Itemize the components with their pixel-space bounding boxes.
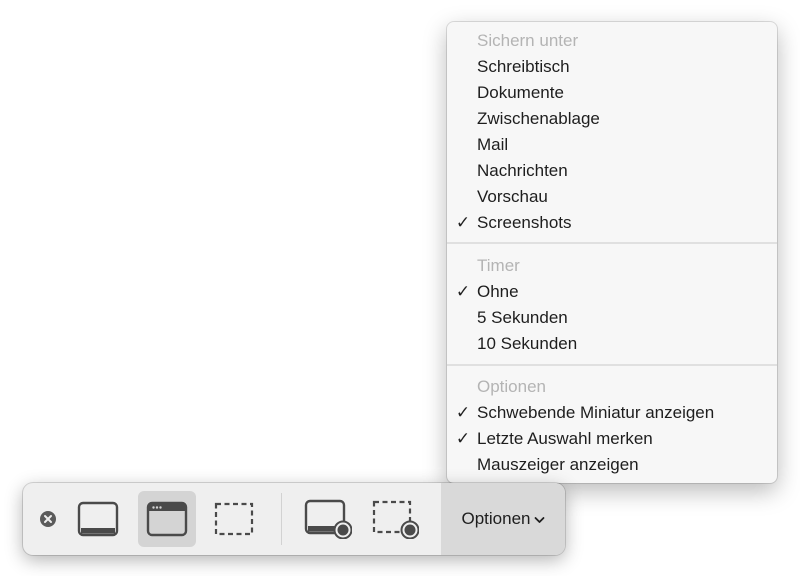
chevron-down-icon <box>534 509 545 529</box>
close-icon <box>40 511 56 527</box>
checkmark-icon: ✓ <box>455 213 471 232</box>
menu-item-10-sekunden[interactable]: 10 Sekunden <box>447 331 777 357</box>
options-button[interactable]: Optionen <box>441 483 565 555</box>
capture-selection-button[interactable] <box>205 491 263 547</box>
menu-item-label: Schwebende Miniatur anzeigen <box>477 403 715 422</box>
menu-item-label: Nachrichten <box>477 161 568 180</box>
menu-item-label: 10 Sekunden <box>477 334 578 353</box>
menu-header-options: Optionen <box>477 377 546 396</box>
checkmark-icon: ✓ <box>455 282 471 301</box>
menu-item-floating-thumbnail[interactable]: ✓ Schwebende Miniatur anzeigen <box>447 400 777 426</box>
menu-item-label: Letzte Auswahl merken <box>477 429 653 448</box>
menu-separator <box>447 242 777 244</box>
menu-header-save-to: Sichern unter <box>477 31 579 50</box>
capture-entire-screen-icon <box>77 501 119 537</box>
screenshot-stage: Sichern unter Schreibtisch Dokumente Zwi… <box>0 0 800 576</box>
menu-item-zwischenablage[interactable]: Zwischenablage <box>447 106 777 132</box>
menu-item-nachrichten[interactable]: Nachrichten <box>447 158 777 184</box>
menu-item-label: Ohne <box>477 282 519 301</box>
menu-item-5-sekunden[interactable]: 5 Sekunden <box>447 305 777 331</box>
options-menu: Sichern unter Schreibtisch Dokumente Zwi… <box>447 22 777 483</box>
menu-item-show-mouse-pointer[interactable]: Mauszeiger anzeigen <box>447 452 777 478</box>
menu-item-vorschau[interactable]: Vorschau <box>447 184 777 210</box>
menu-item-label: Zwischenablage <box>477 109 600 128</box>
record-selection-button[interactable] <box>366 491 424 547</box>
menu-item-ohne[interactable]: ✓ Ohne <box>447 279 777 305</box>
menu-item-label: Mauszeiger anzeigen <box>477 455 639 474</box>
capture-selection-icon <box>214 502 254 536</box>
capture-window-button[interactable] <box>138 491 196 547</box>
record-entire-screen-button[interactable] <box>299 491 357 547</box>
menu-item-label: 5 Sekunden <box>477 308 568 327</box>
menu-item-label: Mail <box>477 135 509 154</box>
menu-item-remember-last-selection[interactable]: ✓ Letzte Auswahl merken <box>447 426 777 452</box>
menu-header-timer: Timer <box>477 256 520 275</box>
menu-item-schreibtisch[interactable]: Schreibtisch <box>447 54 777 80</box>
menu-item-label: Dokumente <box>477 83 564 102</box>
screenshot-toolbar: Optionen <box>23 483 565 555</box>
options-label: Optionen <box>461 509 531 528</box>
capture-entire-screen-button[interactable] <box>69 491 127 547</box>
menu-item-mail[interactable]: Mail <box>447 132 777 158</box>
menu-item-label: Vorschau <box>477 187 548 206</box>
toolbar-divider <box>281 493 282 545</box>
menu-item-dokumente[interactable]: Dokumente <box>447 80 777 106</box>
record-selection-icon <box>372 500 419 539</box>
close-button[interactable] <box>39 510 57 528</box>
checkmark-icon: ✓ <box>455 429 471 448</box>
capture-window-icon <box>146 501 188 537</box>
menu-separator <box>447 364 777 366</box>
checkmark-icon: ✓ <box>455 403 471 422</box>
menu-item-label: Screenshots <box>477 213 572 232</box>
menu-item-screenshots[interactable]: ✓ Screenshots <box>447 210 777 236</box>
menu-item-label: Schreibtisch <box>477 57 570 76</box>
record-entire-screen-icon <box>304 499 352 539</box>
